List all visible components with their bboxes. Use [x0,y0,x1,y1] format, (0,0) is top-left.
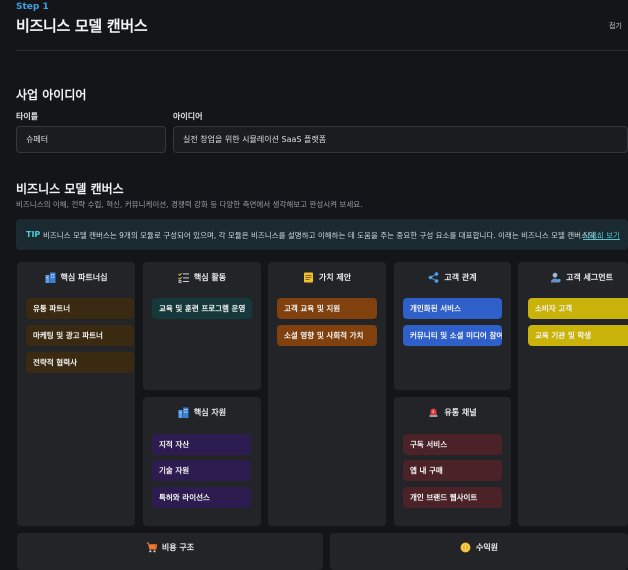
collapse-button[interactable]: 접기 [609,21,622,31]
card-customer-segments[interactable]: 고객 세그먼트 소비자 고객 교육 기관 및 학생 [518,262,628,526]
canvas-heading: 비즈니스 모델 캔버스 [16,182,124,196]
chip-value[interactable]: 고객 교육 및 지원 [277,298,377,319]
card-header: 고객 세그먼트 [518,272,628,283]
title-label: 타이틀 [16,112,39,121]
card-revenue-streams[interactable]: 수익원 [330,533,628,570]
card-title: 핵심 파트너십 [60,273,108,282]
card-title: 고객 세그먼트 [566,273,613,282]
chip-value[interactable]: 소셜 영향 및 사회적 가치 [277,325,377,346]
card-header: 핵심 파트너십 [17,272,135,283]
chip-channel[interactable]: 개인 브랜드 웹사이트 [403,487,502,508]
chip-partner[interactable]: 마케팅 및 광고 파트너 [26,325,134,346]
building-icon [45,272,56,283]
card-header: 핵심 자원 [143,407,261,418]
tip-banner: TIP 비즈니스 모델 캔버스는 9개의 모듈로 구성되어 있으며, 각 모듈은… [16,219,628,250]
card-key-partners[interactable]: 핵심 파트너십 유통 파트너 마케팅 및 광고 파트너 전략적 협력사 [17,262,135,526]
title-field[interactable]: 슈페터 [16,126,166,153]
cart-icon [146,542,158,553]
header-divider [16,50,628,51]
idea-field[interactable]: 실전 창업을 위한 시뮬레이션 SaaS 플랫폼 [173,126,628,153]
card-cost-structure[interactable]: 비용 구조 [17,533,323,570]
card-header: 유통 채널 [394,407,511,418]
card-channels[interactable]: 유통 채널 구독 서비스 앱 내 구매 개인 브랜드 웹사이트 [394,397,511,526]
chip-segment[interactable]: 소비자 고객 [528,298,628,319]
siren-icon [428,407,439,418]
building-icon [178,407,189,418]
note-icon [303,272,314,283]
chip-resource[interactable]: 지적 자산 [152,434,251,455]
card-title: 수익원 [475,543,499,552]
step-indicator: Step 1 [16,2,49,12]
card-title: 핵심 자원 [193,408,227,417]
card-key-activities[interactable]: 핵심 활동 교육 및 훈련 프로그램 운영 [143,262,261,390]
card-title: 가치 제안 [318,273,352,282]
chip-relation[interactable]: 개인화된 서비스 [403,298,502,319]
card-header: 가치 제안 [268,272,386,283]
chip-segment[interactable]: 교육 기관 및 학생 [528,325,628,346]
checklist-icon [178,272,189,283]
tip-tag: TIP [26,230,41,239]
chip-partner[interactable]: 전략적 협력사 [26,352,134,373]
card-value-proposition[interactable]: 가치 제안 고객 교육 및 지원 소셜 영향 및 사회적 가치 [268,262,386,526]
idea-heading: 사업 아이디어 [16,88,87,102]
card-header: 수익원 [330,542,628,553]
page-title: 비즈니스 모델 캔버스 [16,17,148,35]
coin-icon [460,542,471,553]
card-header: 비용 구조 [17,542,323,553]
chip-resource[interactable]: 기술 자원 [152,460,251,481]
card-title: 비용 구조 [161,543,195,552]
chip-partner[interactable]: 유통 파트너 [26,298,134,319]
user-icon [550,272,561,283]
card-key-resources[interactable]: 핵심 자원 지적 자산 기술 자원 특허와 라이선스 [143,397,261,526]
share-icon [428,272,439,283]
card-title: 유통 채널 [444,408,477,417]
chip-activity[interactable]: 교육 및 훈련 프로그램 운영 [152,298,252,319]
tip-text: 비즈니스 모델 캔버스는 9개의 모듈로 구성되어 있으며, 각 모듈은 비즈니… [43,231,603,240]
card-title: 핵심 활동 [193,273,227,282]
card-customer-relations[interactable]: 고객 관계 개인화된 서비스 커뮤니티 및 소셜 미디어 참여 [394,262,511,390]
tip-more-link[interactable]: 자세히 보기 [583,230,620,241]
chip-channel[interactable]: 구독 서비스 [403,434,502,455]
card-header: 핵심 활동 [143,272,261,283]
card-title: 고객 관계 [444,273,477,282]
chip-resource[interactable]: 특허와 라이선스 [152,487,251,508]
idea-label: 아이디어 [173,112,203,121]
card-header: 고객 관계 [394,272,511,283]
chip-channel[interactable]: 앱 내 구매 [403,460,502,481]
canvas-description: 비즈니스의 이해, 전략 수립, 혁신, 커뮤니케이션, 경쟁력 강화 등 다양… [16,200,363,209]
chip-relation[interactable]: 커뮤니티 및 소셜 미디어 참여 [403,325,502,346]
